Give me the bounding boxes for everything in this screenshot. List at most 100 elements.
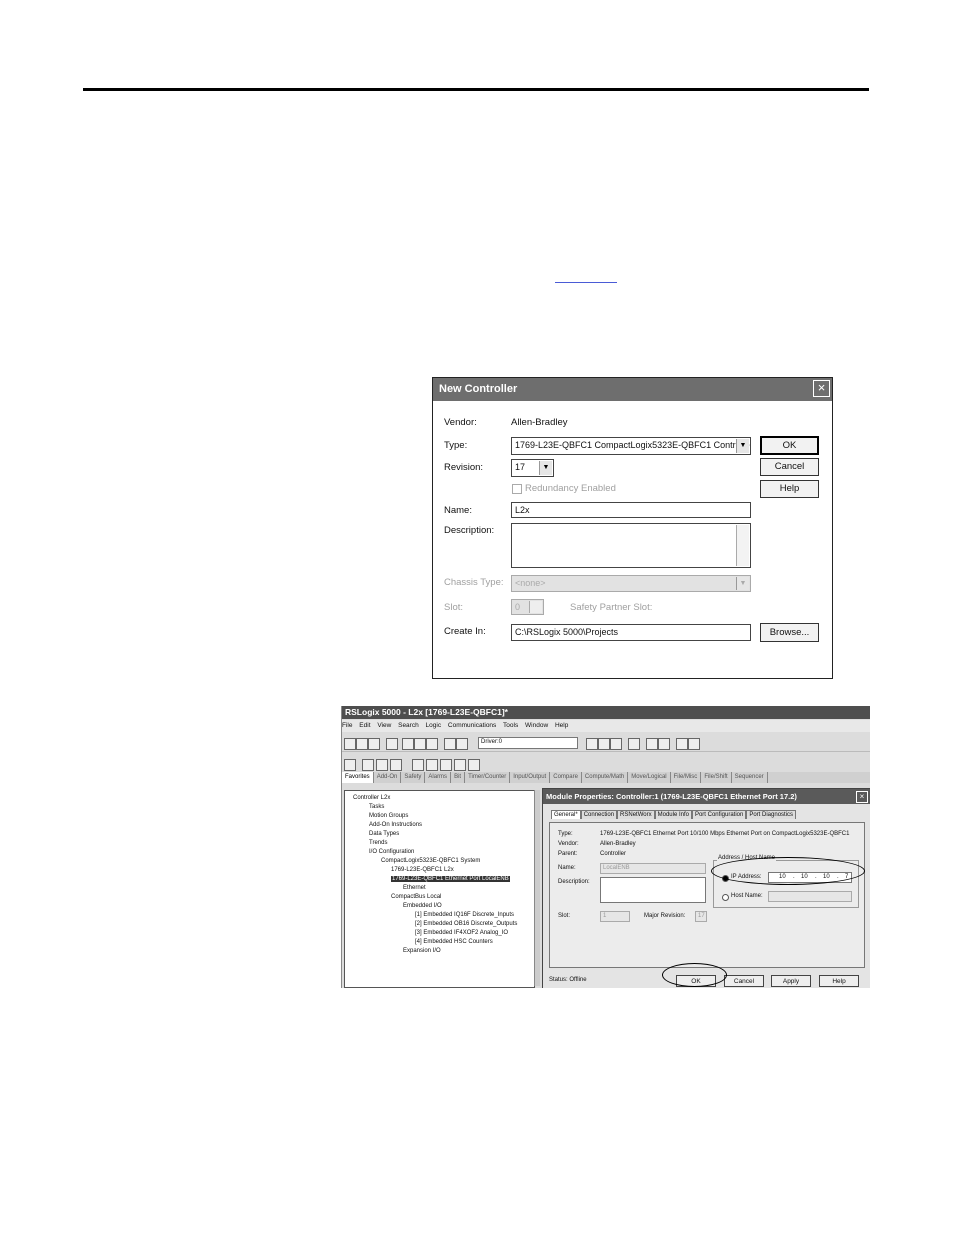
tree-item-controller-module[interactable]: 1769-L23E-QBFC1 L2x (391, 867, 454, 873)
name-input[interactable]: L2x (511, 502, 751, 518)
tree-item-ethernet[interactable]: Ethernet (403, 885, 426, 891)
tree-item-compactbus[interactable]: CompactBus Local (391, 894, 441, 900)
xic-icon[interactable] (390, 759, 402, 771)
tab-favorites[interactable]: Favorites (342, 772, 374, 783)
module-name-input[interactable]: LocalENB (600, 863, 706, 874)
tab-file-shift[interactable]: File/Shift (701, 772, 732, 783)
zoom-in-icon[interactable] (676, 738, 688, 750)
tree-item-expansion-io[interactable]: Expansion I/O (403, 948, 441, 954)
menu-logic[interactable]: Logic (426, 722, 442, 729)
who-active-icon[interactable] (586, 738, 598, 750)
tree-item-embedded-outputs[interactable]: [2] Embedded OB16 Discrete_Outputs (415, 921, 517, 927)
tree-item-ethernet-port[interactable]: 1769-L23E-QBFC1 Ethernet Port LocalENB (391, 876, 510, 882)
chevron-down-icon[interactable]: ▼ (736, 439, 749, 453)
tab-sequencer[interactable]: Sequencer (732, 772, 768, 783)
tree-item-embedded-analog[interactable]: [3] Embedded IF4XOF2 Analog_IO (415, 930, 508, 936)
new-icon[interactable] (344, 738, 356, 750)
redundancy-checkbox[interactable] (512, 484, 522, 494)
chassis-type-select[interactable]: <none> ▼ (511, 575, 751, 592)
tab-move-logical[interactable]: Move/Logical (628, 772, 671, 783)
download-icon[interactable] (598, 738, 610, 750)
tab-port-configuration[interactable]: Port Configuration (691, 810, 747, 819)
xio-icon[interactable] (412, 759, 424, 771)
menu-window[interactable]: Window (525, 722, 548, 729)
description-scrollbar[interactable] (736, 525, 749, 566)
hyperlink[interactable] (555, 270, 617, 283)
otu-icon[interactable] (454, 759, 466, 771)
tree-item-add-on[interactable]: Add-On Instructions (369, 822, 422, 828)
module-apply-button[interactable]: Apply (771, 975, 811, 987)
help-button[interactable]: Help (760, 480, 819, 498)
tab-input-output[interactable]: Input/Output (510, 772, 551, 783)
type-select[interactable]: 1769-L23E-QBFC1 CompactLogix5323E-QBFC1 … (511, 437, 751, 455)
verify-icon[interactable] (628, 738, 640, 750)
print-icon[interactable] (386, 738, 398, 750)
paste-icon[interactable] (426, 738, 438, 750)
path-select[interactable]: Driver:0 (478, 737, 578, 749)
chevron-down-icon[interactable]: ▼ (539, 461, 552, 475)
host-name-input[interactable] (768, 891, 852, 902)
create-in-input[interactable]: C:\RSLogix 5000\Projects (511, 624, 751, 641)
tab-bit[interactable]: Bit (451, 772, 466, 783)
tab-add-on[interactable]: Add-On (374, 772, 402, 783)
menu-search[interactable]: Search (398, 722, 419, 729)
close-icon[interactable]: × (813, 380, 830, 397)
tab-compute-math[interactable]: Compute/Math (582, 772, 629, 783)
upload-icon[interactable] (610, 738, 622, 750)
tab-compare[interactable]: Compare (550, 772, 582, 783)
cross-reference-icon[interactable] (658, 738, 670, 750)
branch-icon[interactable] (362, 759, 374, 771)
zoom-out-icon[interactable] (688, 738, 700, 750)
tree-item-embedded-io[interactable]: Embedded I/O (403, 903, 442, 909)
tree-item-embedded-hsc[interactable]: [4] Embedded HSC Counters (415, 939, 493, 945)
branch-level-icon[interactable] (376, 759, 388, 771)
tree-item-motion-groups[interactable]: Motion Groups (369, 813, 408, 819)
rung-icon[interactable] (344, 759, 356, 771)
tree-item-io-configuration[interactable]: I/O Configuration (369, 849, 414, 855)
chevron-down-icon[interactable]: ▼ (736, 577, 749, 590)
tab-file-misc[interactable]: File/Misc (671, 772, 702, 783)
close-icon[interactable]: × (856, 791, 868, 803)
menu-view[interactable]: View (377, 722, 391, 729)
menu-edit[interactable]: Edit (359, 722, 370, 729)
tab-port-diagnostics[interactable]: Port Diagnostics (746, 810, 797, 819)
properties-icon[interactable] (646, 738, 658, 750)
menu-communications[interactable]: Communications (448, 722, 496, 729)
tab-timer-counter[interactable]: Timer/Counter (465, 772, 511, 783)
otl-icon[interactable] (440, 759, 452, 771)
module-description-textarea[interactable] (600, 877, 706, 903)
tab-safety[interactable]: Safety (401, 772, 426, 783)
tab-rsnetworx[interactable]: RSNetWorx (617, 810, 655, 819)
cut-icon[interactable] (402, 738, 414, 750)
tab-alarms[interactable]: Alarms (425, 772, 452, 783)
tab-general[interactable]: General* (551, 810, 581, 819)
revision-select[interactable]: 17 ▼ (511, 459, 554, 477)
save-icon[interactable] (368, 738, 380, 750)
host-name-radio[interactable] (722, 894, 729, 901)
tree-item-data-types[interactable]: Data Types (369, 831, 399, 837)
tree-item-system[interactable]: CompactLogix5323E-QBFC1 System (381, 858, 480, 864)
ok-button[interactable]: OK (760, 436, 819, 455)
tree-scrollbar[interactable] (534, 790, 540, 986)
description-textarea[interactable] (511, 523, 751, 568)
tree-item-trends[interactable]: Trends (369, 840, 387, 846)
tab-connection[interactable]: Connection (580, 810, 618, 819)
tab-module-info[interactable]: Module Info (654, 810, 692, 819)
module-cancel-button[interactable]: Cancel (724, 975, 764, 987)
open-icon[interactable] (356, 738, 368, 750)
tree-item-embedded-inputs[interactable]: [1] Embedded IQ16F Discrete_Inputs (415, 912, 514, 918)
menu-tools[interactable]: Tools (503, 722, 518, 729)
browse-button[interactable]: Browse... (760, 623, 819, 642)
tree-item-controller[interactable]: Controller L2x (353, 795, 390, 801)
module-help-button[interactable]: Help (819, 975, 859, 987)
ote-icon[interactable] (426, 759, 438, 771)
menu-file[interactable]: File (342, 722, 352, 729)
tree-item-tasks[interactable]: Tasks (369, 804, 384, 810)
menu-help[interactable]: Help (555, 722, 568, 729)
undo-icon[interactable] (444, 738, 456, 750)
slot-spin-icon[interactable] (529, 601, 542, 613)
module-slot-stepper[interactable]: 1 (600, 911, 630, 922)
slot-stepper[interactable]: 0 (511, 599, 544, 615)
cancel-button[interactable]: Cancel (760, 458, 819, 476)
copy-icon[interactable] (414, 738, 426, 750)
